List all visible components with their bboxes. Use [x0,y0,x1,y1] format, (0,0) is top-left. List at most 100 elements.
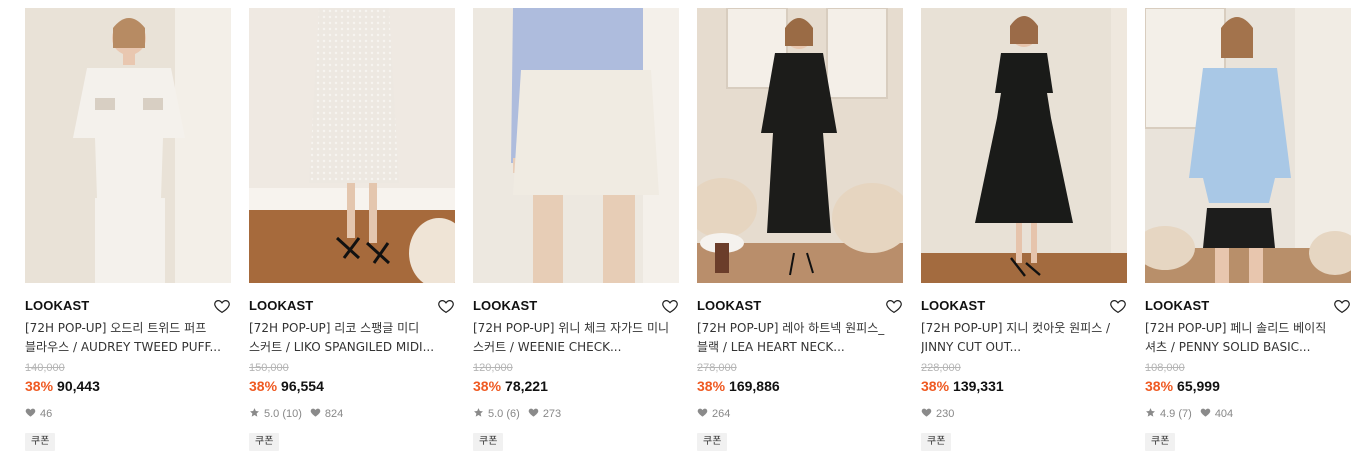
product-title[interactable]: [72H POP-UP] 오드리 트위드 퍼프 블라우스 / AUDREY TW… [25,319,231,357]
like-heart-icon [1200,407,1215,422]
like-heart-icon [25,407,40,422]
rating: 5.0 (6) [473,407,520,422]
star-icon [473,407,488,422]
discount-rate: 38% [921,378,950,394]
product-card[interactable]: LOOKAST [72H POP-UP] 위니 체크 자가드 미니 스커트 / … [473,8,679,463]
price-row: 38% 78,221 [473,377,679,395]
review-count: (6) [506,408,520,420]
original-price: 150,000 [249,362,289,374]
coupon-badge: 쿠폰 [473,433,504,451]
product-card[interactable]: LOOKAST [72H POP-UP] 지니 컷아웃 원피스 / JINNY … [921,8,1127,463]
product-image[interactable] [921,8,1127,283]
like-heart-icon [921,407,936,422]
like-heart-icon [528,407,543,422]
product-image[interactable] [249,8,455,283]
product-stats: 46 [25,407,231,421]
product-card[interactable]: LOOKAST [72H POP-UP] 페니 솔리드 베이직 셔츠 / PEN… [1145,8,1351,463]
brand-name[interactable]: LOOKAST [473,298,537,313]
star-icon [1145,407,1160,422]
discount-rate: 38% [1145,378,1174,394]
heart-icon[interactable] [437,297,455,315]
product-image[interactable] [25,8,231,283]
product-stats: 4.9 (7) 404 [1145,407,1351,421]
sale-price: 65,999 [1177,378,1220,394]
rating-value: 5.0 [488,408,504,420]
rating: 5.0 (10) [249,407,302,422]
like-count: 824 [324,408,344,420]
product-title[interactable]: [72H POP-UP] 페니 솔리드 베이직 셔츠 / PENNY SOLID… [1145,319,1351,357]
discount-rate: 38% [25,378,54,394]
product-stats: 5.0 (6) 273 [473,407,679,421]
sale-price: 90,443 [57,378,100,394]
product-title-line1: [72H POP-UP] 오드리 트위드 퍼프 [25,321,207,335]
rating-value: 5.0 [264,408,280,420]
product-title-line2: 셔츠 / PENNY SOLID BASIC... [1145,340,1311,354]
likes: 824 [310,407,343,422]
like-count: 273 [542,408,562,420]
brand-name[interactable]: LOOKAST [1145,298,1209,313]
likes: 46 [25,407,52,422]
like-heart-icon [697,407,712,422]
product-title[interactable]: [72H POP-UP] 지니 컷아웃 원피스 / JINNY CUT OUT.… [921,319,1127,357]
original-price: 278,000 [697,362,737,374]
coupon-badge: 쿠폰 [249,433,280,451]
product-title-line2: 스커트 / LIKO SPANGILED MIDI... [249,340,435,354]
product-image[interactable] [697,8,903,283]
product-stats: 5.0 (10) 824 [249,407,455,421]
like-count: 230 [936,408,955,420]
product-title[interactable]: [72H POP-UP] 위니 체크 자가드 미니 스커트 / WEENIE C… [473,319,679,357]
coupon-badge: 쿠폰 [697,433,728,451]
rating: 4.9 (7) [1145,407,1192,422]
coupon-badge: 쿠폰 [921,433,952,451]
price-row: 38% 65,999 [1145,377,1351,395]
heart-icon[interactable] [885,297,903,315]
price-row: 38% 139,331 [921,377,1127,395]
product-stats: 264 [697,407,903,421]
product-title-line1: [72H POP-UP] 리코 스팽글 미디 [249,321,420,335]
product-card[interactable]: LOOKAST [72H POP-UP] 오드리 트위드 퍼프 블라우스 / A… [25,8,231,463]
product-title-line1: [72H POP-UP] 페니 솔리드 베이직 [1145,321,1327,335]
product-title-line2: 스커트 / WEENIE CHECK... [473,340,622,354]
product-title[interactable]: [72H POP-UP] 레아 하트넥 원피스_ 블랙 / LEA HEART … [697,319,903,357]
likes: 230 [921,407,954,422]
like-count: 264 [712,408,731,420]
price-row: 38% 90,443 [25,377,231,395]
brand-name[interactable]: LOOKAST [697,298,761,313]
likes: 273 [528,407,561,422]
price-row: 38% 169,886 [697,377,903,395]
product-image[interactable] [473,8,679,283]
product-title-line1: [72H POP-UP] 레아 하트넥 원피스_ [697,321,885,335]
heart-icon[interactable] [1109,297,1127,315]
product-title-line2: 블랙 / LEA HEART NECK... [697,340,845,354]
discount-rate: 38% [249,378,278,394]
product-title[interactable]: [72H POP-UP] 리코 스팽글 미디 스커트 / LIKO SPANGI… [249,319,455,357]
heart-icon[interactable] [661,297,679,315]
original-price: 120,000 [473,362,513,374]
product-card[interactable]: LOOKAST [72H POP-UP] 리코 스팽글 미디 스커트 / LIK… [249,8,455,463]
brand-name[interactable]: LOOKAST [25,298,89,313]
product-title-line2: 블라우스 / AUDREY TWEED PUFF... [25,340,221,354]
discount-rate: 38% [697,378,726,394]
review-count: (7) [1178,408,1192,420]
like-count: 46 [40,408,53,420]
like-count: 404 [1214,408,1234,420]
product-card[interactable]: LOOKAST [72H POP-UP] 레아 하트넥 원피스_ 블랙 / LE… [697,8,903,463]
coupon-badge: 쿠폰 [1145,433,1176,451]
brand-name[interactable]: LOOKAST [921,298,985,313]
product-image[interactable] [1145,8,1351,283]
product-title-line1: [72H POP-UP] 위니 체크 자가드 미니 [473,321,670,335]
product-stats: 230 [921,407,1127,421]
heart-icon[interactable] [213,297,231,315]
brand-name[interactable]: LOOKAST [249,298,313,313]
review-count: (10) [282,408,302,420]
sale-price: 139,331 [953,378,1004,394]
original-price: 140,000 [25,362,65,374]
heart-icon[interactable] [1333,297,1351,315]
like-heart-icon [310,407,325,422]
coupon-badge: 쿠폰 [25,433,56,451]
sale-price: 96,554 [281,378,324,394]
sale-price: 78,221 [505,378,548,394]
likes: 404 [1200,407,1233,422]
product-title-line2: JINNY CUT OUT... [921,340,1022,354]
original-price: 108,000 [1145,362,1185,374]
